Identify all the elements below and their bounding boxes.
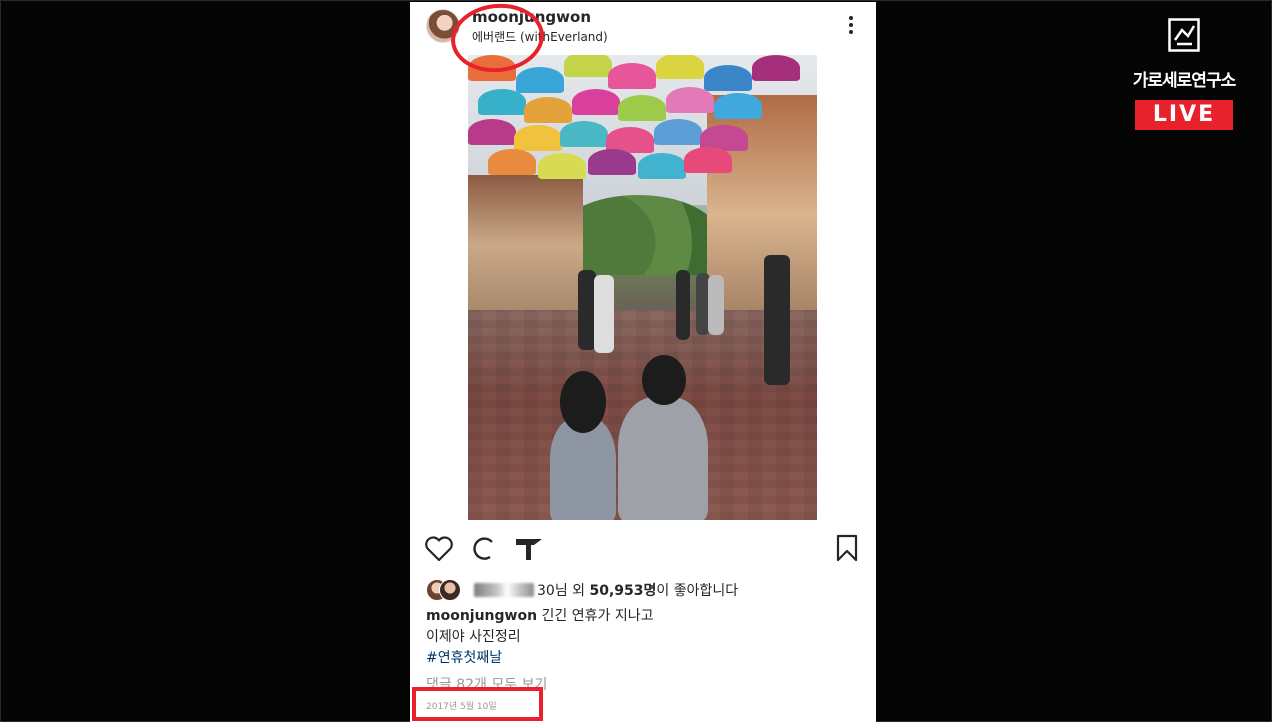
likes-suffix: 30님 외 — [537, 583, 586, 599]
heart-icon[interactable] — [424, 536, 454, 562]
caption-line-1: 긴긴 연휴가 지나고 — [541, 608, 654, 624]
instagram-post: moonjungwon 에버랜드 (withEverland) 30님 외 50… — [410, 2, 876, 722]
post-photo[interactable] — [468, 55, 817, 520]
bookmark-icon[interactable] — [836, 534, 858, 562]
live-badge: LIVE — [1135, 100, 1233, 130]
channel-logo: 가로세로연구소 LIVE — [1128, 16, 1240, 132]
comment-icon[interactable] — [472, 536, 498, 562]
share-icon[interactable] — [514, 536, 544, 562]
likes-end: 이 좋아합니다 — [656, 583, 739, 599]
date-highlight-box — [412, 687, 543, 721]
likes-text[interactable]: 30님 외 50,953명이 좋아합니다 — [537, 580, 738, 600]
channel-name: 가로세로연구소 — [1132, 71, 1236, 91]
caption-line-2: 이제야 사진정리 — [426, 629, 521, 645]
caption-hashtag[interactable]: #연휴첫째날 — [426, 650, 502, 666]
blurred-liker-name — [474, 583, 534, 597]
post-actions — [410, 530, 876, 566]
more-icon[interactable] — [848, 16, 854, 38]
logo-icon — [1168, 18, 1200, 52]
likes-row: 30님 외 50,953명이 좋아합니다 — [426, 578, 866, 602]
liker-avatars — [426, 578, 466, 602]
caption-username[interactable]: moonjungwon — [426, 608, 537, 624]
likes-count: 50,953명 — [589, 583, 657, 599]
post-caption: moonjungwon 긴긴 연휴가 지나고 이제야 사진정리 #연휴첫째날 — [426, 606, 856, 669]
